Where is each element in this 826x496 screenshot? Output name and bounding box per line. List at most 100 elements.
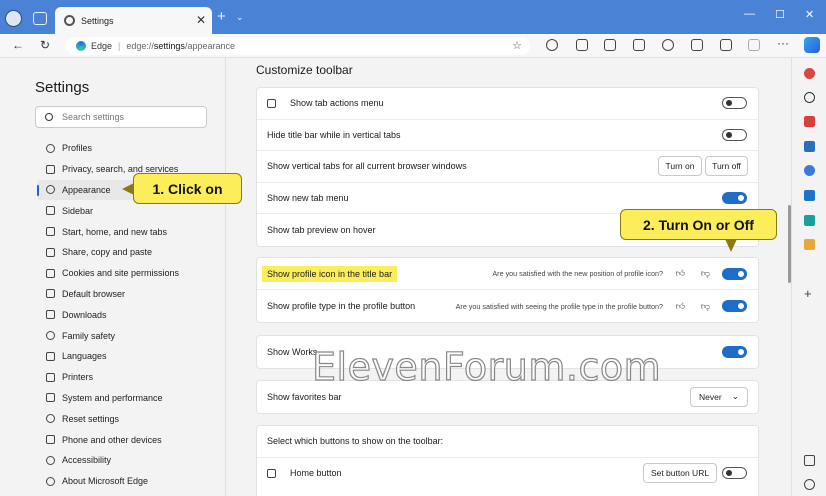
setting-row: Home button Set button URL [257,458,758,490]
profile-icon-setting-label: Show profile icon in the title bar [262,265,398,282]
cookie-icon [46,268,55,278]
thumbs-up-icon[interactable]: 👍︎ [676,268,685,279]
sidebar-item-start-home[interactable]: Start, home, and new tabs [37,221,217,242]
sidebar-item-default-browser[interactable]: Default browser [37,284,217,305]
search-settings-box[interactable] [35,106,207,128]
workspaces-toggle[interactable] [722,345,747,358]
new-tab-menu-toggle[interactable] [722,191,747,204]
workspaces-icon[interactable] [33,12,47,25]
close-window-button[interactable]: ✕ [805,8,814,21]
profile-avatar-icon[interactable] [5,10,22,27]
setting-row: Show profile type in the profile button … [257,290,758,322]
sidebar-item-family-safety[interactable]: Family safety [37,325,217,346]
microsoft365-icon[interactable] [804,165,815,176]
url-path: edge://settings/appearance [126,41,235,51]
designer-icon[interactable] [804,215,815,226]
phone-icon [46,435,55,445]
new-tab-button[interactable]: + [217,8,226,25]
setting-row: Hide title bar while in vertical tabs [257,120,758,151]
printer-icon [46,372,55,382]
sidebar-item-printers[interactable]: Printers [37,367,217,388]
home-button-toggle[interactable] [722,467,747,480]
collections-icon[interactable] [633,39,645,51]
more-options-button[interactable]: ··· [777,36,789,50]
thumbs-down-icon[interactable]: 👎︎ [701,301,710,312]
minimize-button[interactable]: — [744,8,755,20]
back-button[interactable]: ← [12,38,24,52]
step2-callout: 2. Turn On or Off [620,209,777,252]
sidebar-item-cookies[interactable]: Cookies and site permissions [37,263,217,284]
edge-sidebar: + [791,58,826,496]
sidebar-settings-icon[interactable] [804,479,815,490]
split-screen-icon[interactable] [576,39,588,51]
setting-row: Select which buttons to show on the tool… [257,426,758,458]
profile-options-card: Show profile icon in the title bar Are y… [256,257,759,323]
tab-actions-toggle[interactable] [722,97,747,110]
favorites-icon[interactable] [604,39,616,51]
tab-menu-icon[interactable]: ⌄ [236,12,244,23]
thumbs-up-icon[interactable]: 👍︎ [676,301,685,312]
extension-icon[interactable] [546,39,558,51]
turn-off-button[interactable]: Turn off [705,156,748,177]
sidebar-item-share-copy[interactable]: Share, copy and paste [37,242,217,263]
watermark: ElevenForum.com [311,344,662,389]
profile-type-toggle[interactable] [722,300,747,312]
edge-logo-icon [76,41,86,51]
step1-callout: 1. Click on [122,173,242,204]
performance-icon[interactable] [691,39,703,51]
home-icon [46,227,55,237]
share-icon[interactable] [748,39,760,51]
url-field[interactable]: Edge | edge://settings/appearance ☆ [66,37,530,55]
shopping-icon[interactable] [804,116,815,127]
reset-icon [46,414,55,424]
sidebar-item-phone[interactable]: Phone and other devices [37,429,217,450]
history-icon[interactable] [662,39,674,51]
search-icon[interactable] [804,92,815,103]
set-button-url-button[interactable]: Set button URL [643,463,717,484]
profile-icon-toggle[interactable] [722,267,747,280]
url-site-label: Edge [91,41,113,51]
sidebar-item-system[interactable]: System and performance [37,388,217,409]
title-bar: Settings ✕ + ⌄ — ☐ ✕ [0,0,826,34]
home-icon [267,468,276,478]
sidebar-item-profiles[interactable]: Profiles [37,138,217,159]
thumbs-down-icon[interactable]: 👎︎ [701,268,710,279]
turn-on-button[interactable]: Turn on [658,156,702,177]
search-input[interactable] [62,112,192,122]
search-icon [45,113,53,121]
gear-icon [64,15,75,26]
sidebar-item-reset[interactable]: Reset settings [37,408,217,429]
tab-close-icon[interactable]: ✕ [196,13,206,27]
chevron-down-icon: ⌄ [731,391,739,402]
copilot-icon[interactable] [804,37,820,53]
outlook-icon[interactable] [804,190,815,201]
games-icon[interactable] [804,239,815,250]
people-icon[interactable] [804,141,815,152]
lock-icon [46,164,55,174]
profile-icon [46,143,55,153]
sidebar-item-about[interactable]: About Microsoft Edge [37,471,217,492]
add-sidebar-app-icon[interactable]: + [804,286,812,301]
sidebar-item-languages[interactable]: Languages [37,346,217,367]
tab-actions-icon [267,98,276,108]
favorites-bar-select[interactable]: Never ⌄ [690,386,748,407]
maximize-button[interactable]: ☐ [775,8,785,21]
setting-row: Show tab actions menu [257,88,758,120]
url-separator: | [118,41,121,51]
tab-title: Settings [81,15,114,26]
accessibility-icon [46,455,55,465]
notification-icon[interactable] [804,68,815,79]
sidebar-item-downloads[interactable]: Downloads [37,304,217,325]
browser-essentials-icon[interactable] [720,39,732,51]
family-icon [46,331,55,341]
edge-icon [46,476,55,486]
settings-title: Settings [35,79,90,96]
sidebar-item-accessibility[interactable]: Accessibility [37,450,217,471]
download-icon [46,310,55,320]
favorite-star-icon[interactable]: ☆ [512,39,522,52]
settings-main-panel: Customize toolbar Show tab actions menu … [227,58,791,496]
sidebar-layout-icon[interactable] [804,455,815,466]
refresh-button[interactable]: ↻ [40,38,50,52]
tab-settings[interactable]: Settings ✕ [55,7,212,34]
hide-title-bar-toggle[interactable] [722,128,747,141]
